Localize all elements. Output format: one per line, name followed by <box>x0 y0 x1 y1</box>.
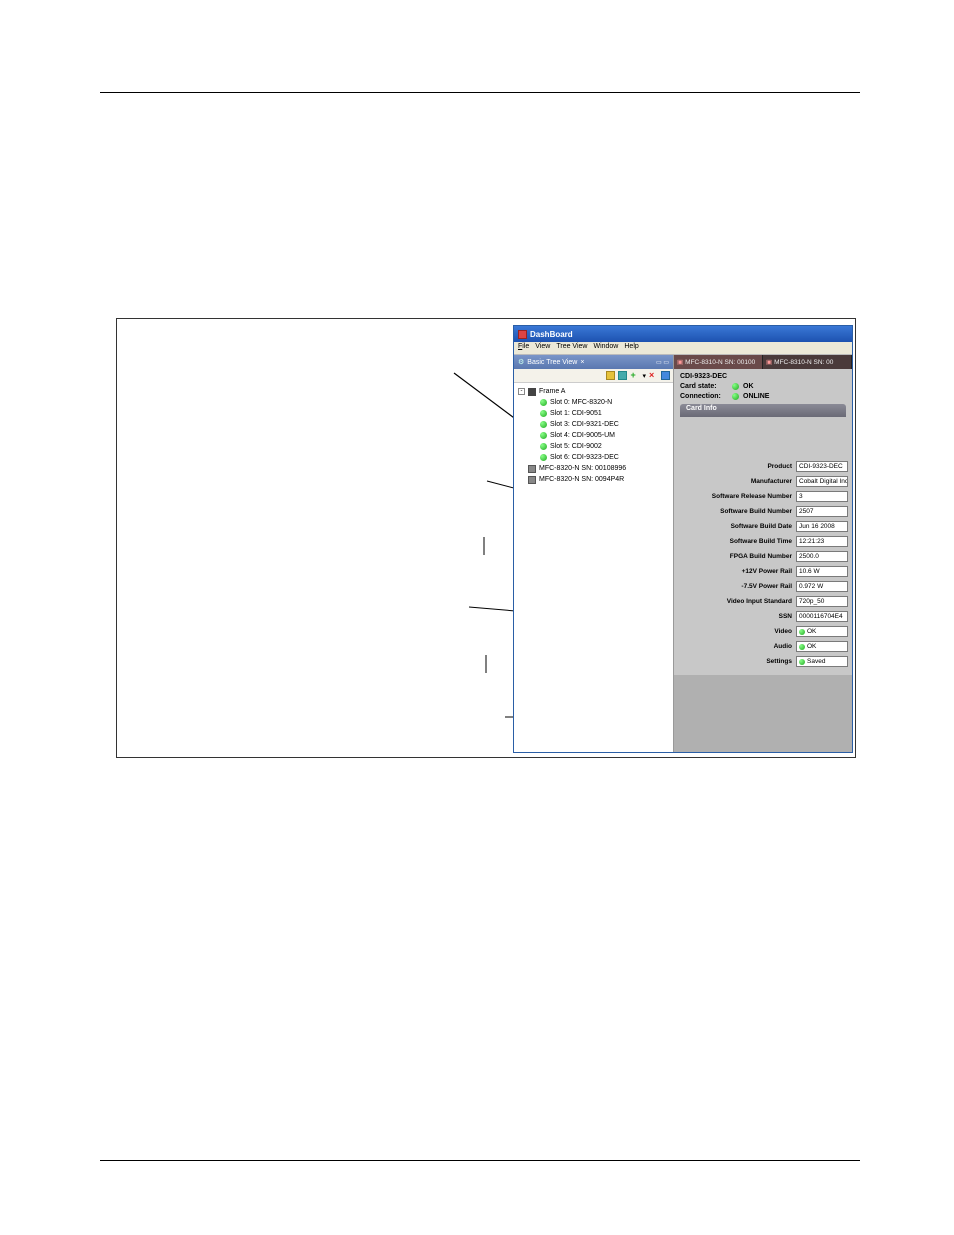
menu-treeview[interactable]: Tree View <box>556 343 587 353</box>
status-dot-icon <box>799 629 805 635</box>
card-name: CDI-9323-DEC <box>680 373 846 380</box>
field-row: -7.5V Power Rail0.972 W <box>678 581 848 592</box>
status-dot-icon <box>732 383 739 390</box>
status-dot-icon <box>540 454 547 461</box>
field-row: Video Input Standard720p_50 <box>678 596 848 607</box>
frame-icon <box>528 388 536 396</box>
field-row: Software Build DateJun 16 2008 <box>678 521 848 532</box>
field-row: SettingsSaved <box>678 656 848 667</box>
refresh-icon[interactable] <box>618 371 627 380</box>
tree-icon: ⚙ <box>518 358 524 366</box>
menu-help[interactable]: Help <box>624 343 638 353</box>
tree-tab-label: Basic Tree View <box>527 359 577 366</box>
device-icon <box>528 465 536 473</box>
status-dot-icon <box>799 659 805 665</box>
page-top-rule <box>100 92 860 93</box>
field-value: 0000116704E4 <box>796 611 848 622</box>
card-tabs: ▣ MFC-8310-N SN: 00100 ▣ MFC-8310-N SN: … <box>674 355 852 369</box>
field-value: 12:21:23 <box>796 536 848 547</box>
tab-controls: ▭ ▭ <box>656 359 669 366</box>
figure-container: DashBoard File View Tree View Window Hel… <box>116 318 856 758</box>
field-value: 2500.0 <box>796 551 848 562</box>
tab-card-inactive[interactable]: ▣ MFC-8310-N SN: 00 <box>763 355 852 369</box>
field-row: FPGA Build Number2500.0 <box>678 551 848 562</box>
field-value: 2507 <box>796 506 848 517</box>
field-value: CDI-9323-DEC <box>796 461 848 472</box>
tree-slot[interactable]: Slot 6: CDI-9323-DEC <box>518 452 669 463</box>
field-value: Cobalt Digital Inc. <box>796 476 848 487</box>
status-dot-icon <box>540 399 547 406</box>
options-icon[interactable] <box>661 371 670 380</box>
field-value: 3 <box>796 491 848 502</box>
menu-bar: File View Tree View Window Help <box>514 342 852 355</box>
tree-root[interactable]: - Frame A <box>518 386 669 397</box>
device-icon <box>528 476 536 484</box>
status-dot-icon <box>732 393 739 400</box>
delete-icon[interactable]: × <box>649 371 658 380</box>
field-row: Software Build Time12:21:23 <box>678 536 848 547</box>
minus-icon[interactable]: - <box>518 388 525 395</box>
field-value: OK <box>796 626 848 637</box>
field-row: SSN0000116704E4 <box>678 611 848 622</box>
card-info-fields: ProductCDI-9323-DEC ManufacturerCobalt D… <box>674 421 852 675</box>
tree-panel: ⚙ Basic Tree View × ▭ ▭ + ▾ × - <box>514 355 674 752</box>
tree-tab[interactable]: ⚙ Basic Tree View × ▭ ▭ <box>514 355 673 369</box>
card-info-header: Card Info <box>680 404 846 417</box>
field-value: OK <box>796 641 848 652</box>
field-row: AudioOK <box>678 641 848 652</box>
field-value: 0.972 W <box>796 581 848 592</box>
field-row: VideoOK <box>678 626 848 637</box>
field-value: 10.6 W <box>796 566 848 577</box>
card-icon: ▣ <box>766 358 772 366</box>
status-dot-icon <box>540 432 547 439</box>
tree-slot[interactable]: Slot 3: CDI-9321-DEC <box>518 419 669 430</box>
field-row: Software Release Number3 <box>678 491 848 502</box>
tree-device[interactable]: MFC-8320-N SN: 0094P4R <box>518 474 669 485</box>
status-dot-icon <box>540 421 547 428</box>
tree-toolbar: + ▾ × <box>514 369 673 383</box>
app-icon <box>518 330 527 339</box>
connection-row: Connection: ONLINE <box>680 393 846 400</box>
page-bottom-rule <box>100 1160 860 1161</box>
field-value: Jun 16 2008 <box>796 521 848 532</box>
tab-card-active[interactable]: ▣ MFC-8310-N SN: 00100 <box>674 355 763 369</box>
right-panel: ▣ MFC-8310-N SN: 00100 ▣ MFC-8310-N SN: … <box>674 355 852 752</box>
status-dot-icon <box>799 644 805 650</box>
dashboard-window: DashBoard File View Tree View Window Hel… <box>513 325 853 753</box>
status-dot-icon <box>540 410 547 417</box>
field-row: Software Build Number2507 <box>678 506 848 517</box>
window-titlebar[interactable]: DashBoard <box>514 326 852 342</box>
card-header: CDI-9323-DEC Card state: OK Connection: … <box>674 369 852 421</box>
tree-slot[interactable]: Slot 5: CDI-9002 <box>518 441 669 452</box>
card-icon: ▣ <box>677 358 683 366</box>
menu-window[interactable]: Window <box>593 343 618 353</box>
field-row: +12V Power Rail10.6 W <box>678 566 848 577</box>
window-title: DashBoard <box>530 330 573 339</box>
tree-slot[interactable]: Slot 0: MFC-8320-N <box>518 397 669 408</box>
field-row: ManufacturerCobalt Digital Inc. <box>678 476 848 487</box>
filter-icon[interactable] <box>606 371 615 380</box>
workspace: ⚙ Basic Tree View × ▭ ▭ + ▾ × - <box>514 355 852 752</box>
close-icon[interactable]: × <box>580 359 584 366</box>
chevron-down-icon[interactable]: ▾ <box>642 372 646 380</box>
device-tree: - Frame A Slot 0: MFC-8320-N Slot 1: CDI… <box>514 383 673 488</box>
field-value: 720p_50 <box>796 596 848 607</box>
field-value: Saved <box>796 656 848 667</box>
add-icon[interactable]: + <box>630 371 639 380</box>
tree-device[interactable]: MFC-8320-N SN: 00108996 <box>518 463 669 474</box>
status-dot-icon <box>540 443 547 450</box>
field-row: ProductCDI-9323-DEC <box>678 461 848 472</box>
card-state-row: Card state: OK <box>680 383 846 390</box>
tree-slot[interactable]: Slot 4: CDI-9005-UM <box>518 430 669 441</box>
menu-file[interactable]: File <box>518 343 529 353</box>
menu-view[interactable]: View <box>535 343 550 353</box>
tree-slot[interactable]: Slot 1: CDI-9051 <box>518 408 669 419</box>
